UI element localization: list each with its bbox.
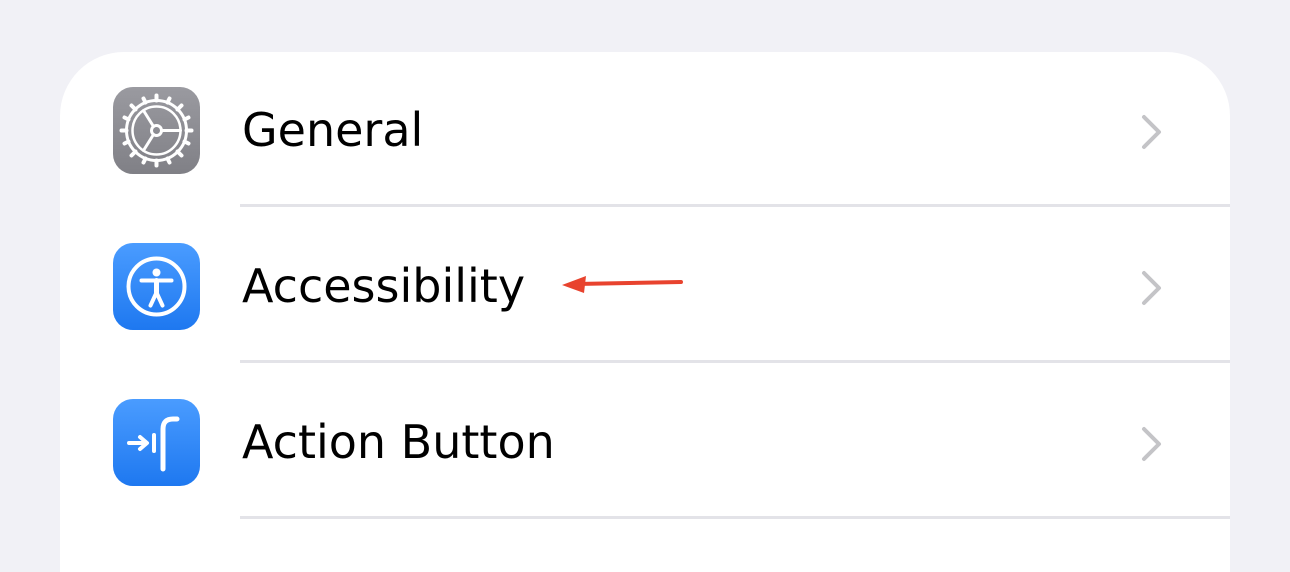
row-separator [240,360,1230,363]
annotation-arrow-icon [562,276,683,293]
settings-row-label: General [242,103,424,157]
gear-icon [113,87,200,174]
chevron-right-icon [1142,115,1161,149]
chevron-right-icon [1142,427,1161,461]
action-button-icon [113,399,200,486]
settings-row-label: Accessibility [242,259,526,313]
row-separator [240,204,1230,207]
settings-row-label: Action Button [242,415,555,469]
settings-row-action-button[interactable]: Action Button [60,364,1230,520]
settings-card: General Accessibility Action Button [60,52,1230,572]
chevron-right-icon [1142,271,1161,305]
accessibility-icon [113,243,200,330]
settings-row-general[interactable]: General [60,52,1230,208]
